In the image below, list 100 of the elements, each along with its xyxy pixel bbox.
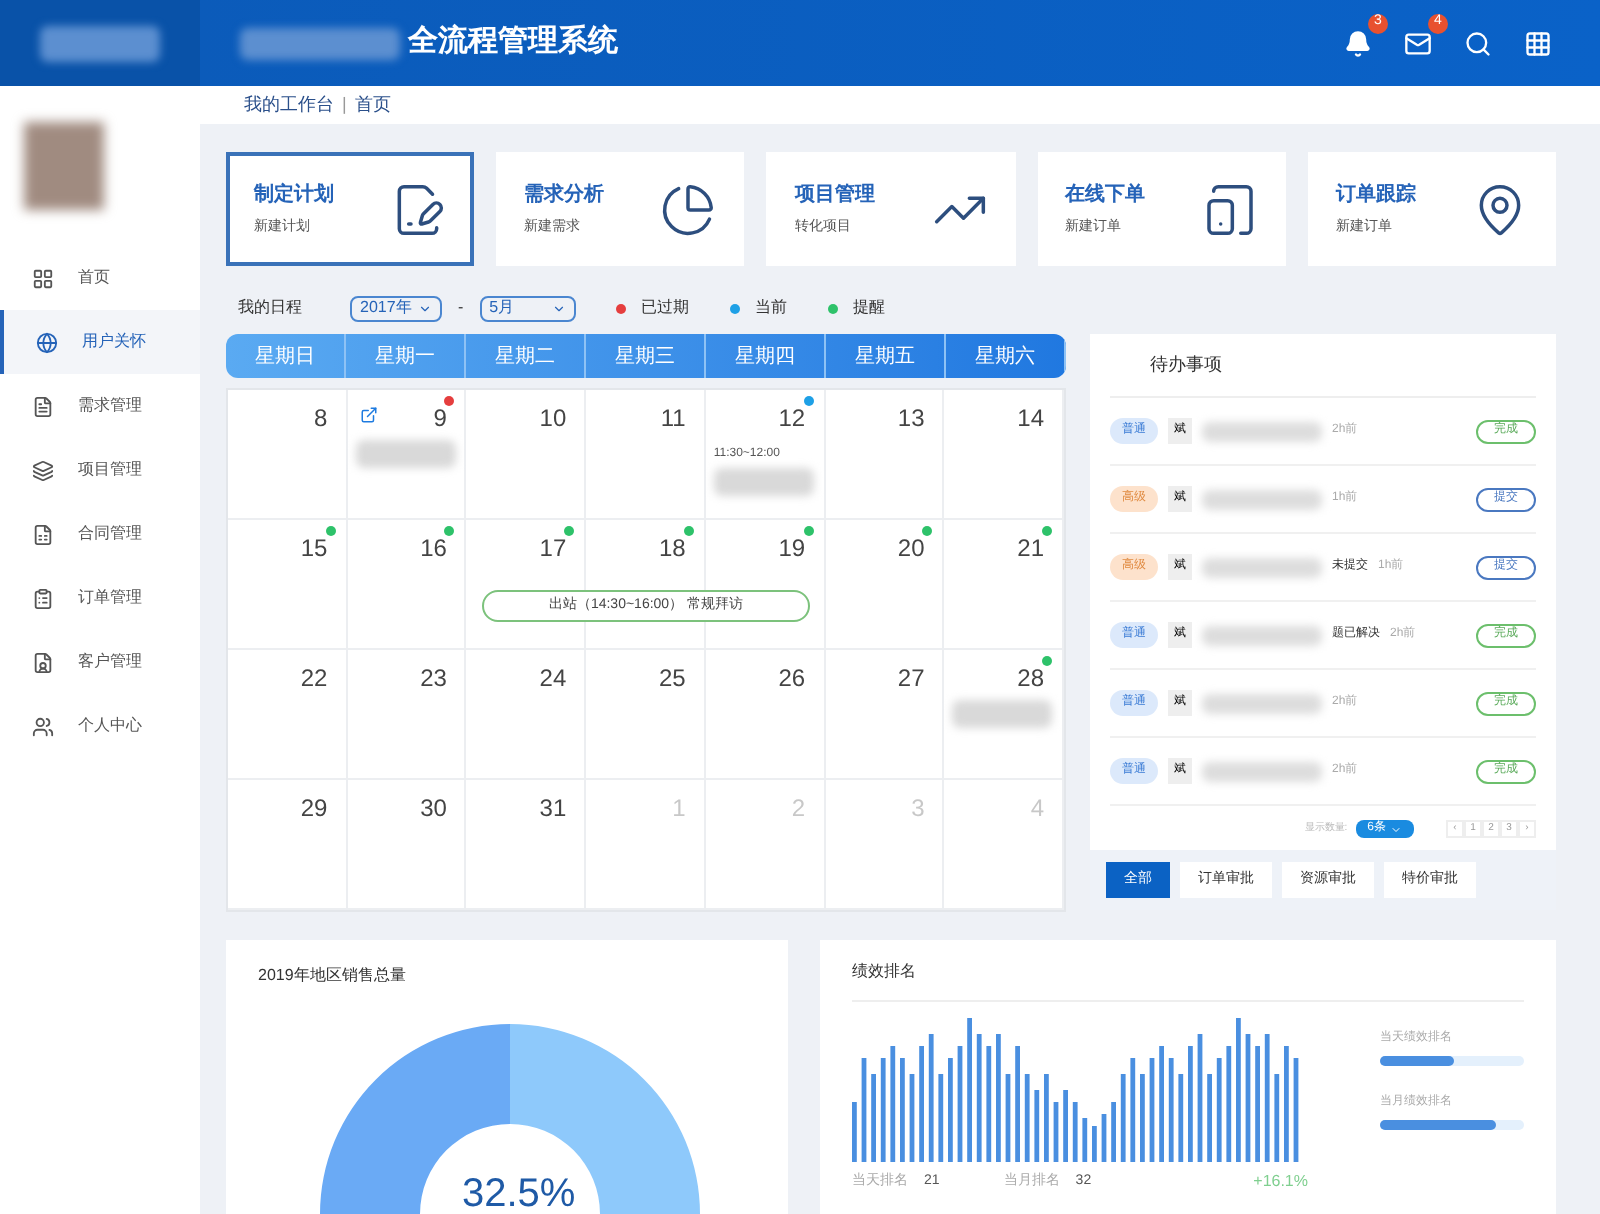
sidebar-item[interactable]: 合同管理 [0,502,200,566]
day-number: 24 [539,662,567,696]
open-link-icon[interactable] [359,406,378,424]
legend-label: 提醒 [853,296,886,320]
day-number: 25 [658,662,686,696]
apps-menu-icon[interactable] [1524,29,1552,57]
search-icon[interactable] [1464,29,1492,57]
weekday-header: 星期日 [226,334,346,378]
day-number: 21 [1017,532,1044,566]
day-number: 29 [300,792,328,826]
clipboard-icon [32,587,54,609]
calendar-day[interactable]: 8 [228,390,348,520]
grid-icon [32,267,54,289]
caret-icon [1390,823,1402,835]
weekday-header: 星期五 [826,334,946,378]
day-number: 10 [539,402,567,436]
weekday-header: 星期六 [946,334,1066,378]
calendar-day[interactable]: 27 [825,650,945,780]
tablet-icon [1201,181,1258,237]
day-number: 14 [1017,402,1044,436]
sidebar-item[interactable]: 个人中心 [0,694,200,758]
contract-icon [32,523,54,545]
weekday-header: 星期四 [706,334,826,378]
calendar-day[interactable]: 20 [825,520,945,650]
sidebar-item[interactable]: 订单管理 [0,566,200,630]
people-icon [32,715,54,737]
calendar-day[interactable]: 15 [228,520,348,650]
weekday-header: 星期二 [466,334,586,378]
month-select[interactable]: 5月 [479,295,576,321]
avatar-placeholder [24,122,104,210]
calendar-day[interactable]: 25 [586,650,706,780]
calendar-day[interactable]: 16 [347,520,467,650]
globe-icon [36,331,58,353]
redacted-block [1202,421,1322,441]
weekday-header: 星期三 [586,334,706,378]
pie-chart-icon [660,181,717,237]
day-number: 22 [300,662,328,696]
day-number: 20 [897,532,925,566]
day-number: 11 [660,402,686,436]
notification-icon[interactable] [1344,29,1372,57]
day-number: 26 [778,662,806,696]
day-number: 9 [433,402,447,436]
day-number: 15 [300,532,328,566]
calendar-day[interactable]: 23 [347,650,467,780]
layers-icon [32,459,54,481]
day-number: 23 [420,662,447,696]
mail-icon[interactable] [1404,29,1432,57]
calendar-day[interactable]: 21 [944,520,1064,650]
caret-icon [551,301,566,315]
day-number: 12 [778,402,806,436]
day-number: 31 [539,792,567,826]
redacted-block [1202,693,1322,713]
client-file-icon [32,651,54,673]
day-number: 19 [778,532,806,566]
day-number: 28 [1017,662,1044,696]
day-number: 8 [314,402,328,436]
calendar-day[interactable]: 28 [944,650,1064,780]
card-title: 项目管理 [794,181,875,210]
calendar-day[interactable]: 13 [825,390,945,520]
percent-label: 32.5% [462,1170,576,1214]
schedule-label: 我的日程 [238,296,302,320]
calendar-day[interactable]: 14 [944,390,1064,520]
calendar-day[interactable]: 29 [228,780,348,910]
breadcrumb-link[interactable]: 首页 [354,91,391,119]
calendar-day[interactable]: 24 [466,650,587,780]
legend-label: 当前 [755,296,788,320]
day-number: 27 [897,662,925,696]
app-title: 全流程管理系统 [408,22,618,63]
calendar-day[interactable]: 31 [466,780,587,910]
panel-title: 待办事项 [1150,351,1222,378]
calendar-day[interactable]: 30 [347,780,467,910]
card-title: 制定计划 [254,180,334,210]
panel-title: 2019年地区销售总量 [258,964,406,988]
card-title: 在线下单 [1065,181,1146,210]
year-select[interactable]: 2017年 [350,295,442,321]
card-title: 订单跟踪 [1335,181,1416,210]
day-number: 16 [420,532,447,566]
day-number: 30 [420,792,447,826]
breadcrumb-separator: | [342,91,347,118]
caret-icon [418,301,432,315]
sidebar-item[interactable]: 客户管理 [0,630,200,694]
breadcrumb-link[interactable]: 我的工作台 [244,91,334,119]
card-title: 需求分析 [524,181,605,210]
calendar-day[interactable]: 26 [705,650,826,780]
calendar-day[interactable]: 22 [228,650,348,780]
day-number: 18 [658,532,686,566]
calendar-day[interactable]: 10 [466,390,587,520]
sidebar-item[interactable]: 需求管理 [0,374,200,438]
document-icon [32,395,54,417]
sidebar-item[interactable]: 项目管理 [0,438,200,502]
sidebar-item[interactable]: 用户关怀 [0,310,200,374]
redacted-block [1202,557,1322,577]
calendar-day[interactable]: 11 [586,390,706,520]
day-number: 13 [897,402,925,436]
sidebar-item[interactable]: 首页 [0,246,200,310]
panel-title: 绩效排名 [852,960,1524,1002]
weekday-header: 星期一 [346,334,466,378]
calendar-day[interactable]: 9 [347,390,467,520]
redacted-block [1202,761,1322,781]
redacted-block [1202,489,1322,509]
